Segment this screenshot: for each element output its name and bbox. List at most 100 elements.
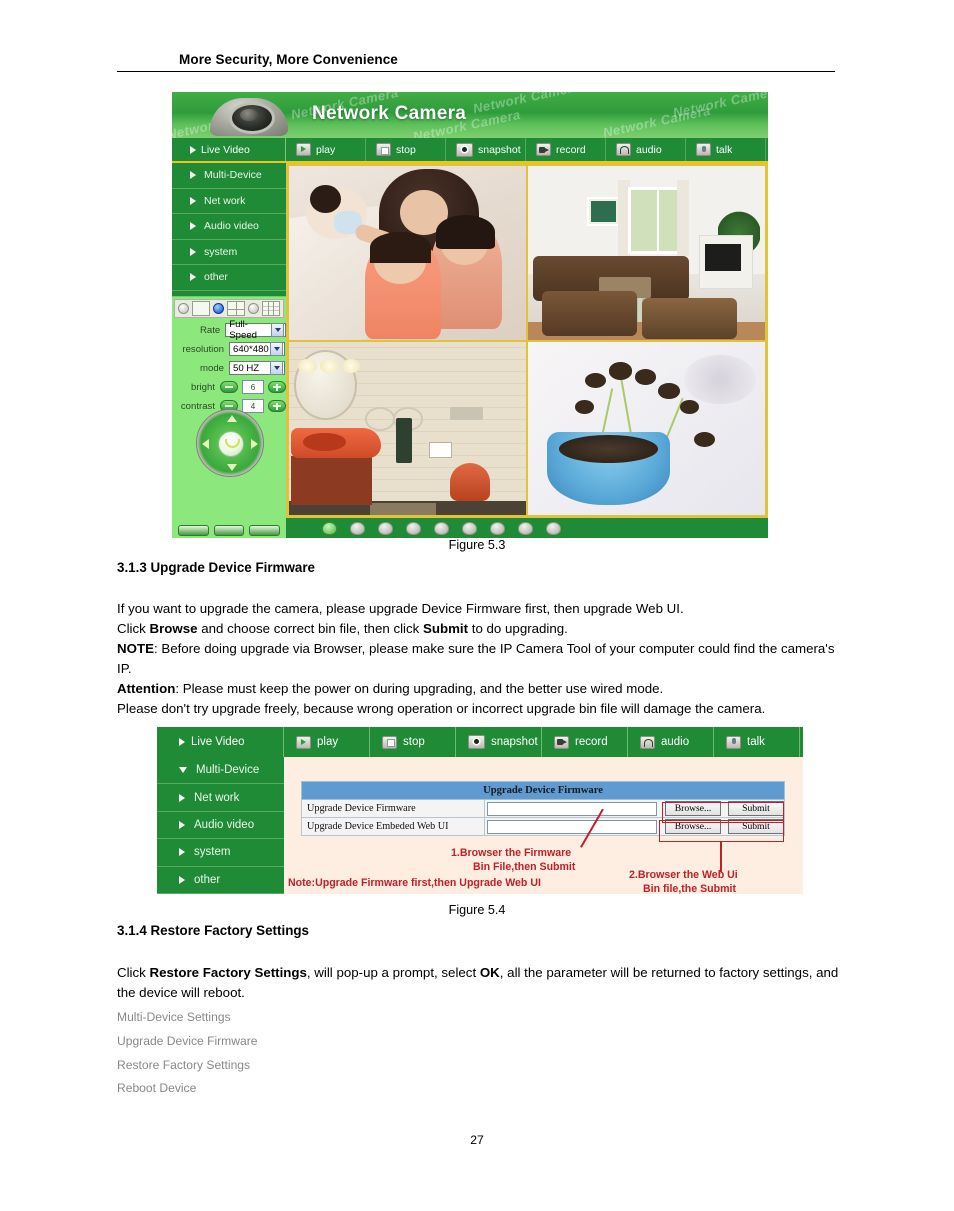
sidebar-item-other[interactable]: other: [157, 867, 284, 894]
ptz-button[interactable]: [178, 525, 209, 536]
arrow-right-icon: [190, 196, 196, 205]
sidebar-item-label: Net work: [194, 791, 240, 804]
section-heading-3-1-3: 3.1.3 Upgrade Device Firmware: [117, 560, 315, 575]
paragraph-restore: Click Restore Factory Settings, will pop…: [117, 963, 839, 1002]
sidebar-item-live-video[interactable]: Live Video: [157, 727, 284, 757]
video-grid: [286, 163, 768, 518]
stop-button[interactable]: stop: [370, 727, 456, 757]
fig54-sidebar: Multi-Device Net work Audio video system…: [157, 757, 284, 894]
play-button[interactable]: play: [286, 138, 366, 161]
talk-label: talk: [716, 143, 733, 156]
ptz-left-icon[interactable]: [202, 439, 209, 449]
arrow-right-icon: [190, 222, 196, 231]
sidebar-item-audio-video[interactable]: Audio video: [157, 812, 284, 840]
audio-button[interactable]: audio: [606, 138, 686, 161]
record-button[interactable]: record: [526, 138, 606, 161]
layout-quad-icon[interactable]: [227, 301, 245, 316]
chevron-down-icon[interactable]: [270, 361, 283, 375]
resolution-label: resolution: [182, 343, 224, 355]
mode-select[interactable]: 50 HZ: [229, 361, 285, 375]
play-icon: [296, 735, 311, 749]
sidebar-item-multi-device[interactable]: Multi-Device: [157, 757, 284, 785]
ptz-button[interactable]: [213, 525, 245, 536]
highlight-box-webui-buttons: [659, 820, 784, 842]
sidebar-item-network[interactable]: Net work: [172, 188, 286, 214]
channel-button[interactable]: [350, 521, 365, 535]
sidebar-item-other[interactable]: other: [172, 265, 286, 291]
video-cell-family-room[interactable]: [288, 165, 527, 341]
sidebar-item-label: Live Video: [191, 736, 245, 748]
video-camera-icon: [554, 735, 569, 749]
paragraph-text: : Please must keep the power on during u…: [175, 681, 664, 696]
sidebar-item-network[interactable]: Net work: [157, 784, 284, 812]
chevron-down-icon[interactable]: [271, 323, 284, 337]
channel-button[interactable]: [434, 521, 449, 535]
chevron-down-icon[interactable]: [270, 342, 283, 356]
list-item[interactable]: Restore Factory Settings: [117, 1054, 257, 1078]
layout-radio-quad[interactable]: [213, 303, 224, 314]
list-item[interactable]: Upgrade Device Firmware: [117, 1030, 257, 1054]
sidebar-item-live-video[interactable]: Live Video: [172, 138, 286, 161]
list-item[interactable]: Reboot Device: [117, 1077, 257, 1101]
snapshot-button[interactable]: snapshot: [446, 138, 526, 161]
ptz-down-icon[interactable]: [227, 464, 237, 471]
layout-single-icon[interactable]: [192, 301, 210, 316]
stop-button[interactable]: stop: [366, 138, 446, 161]
annotation-two-line2: Bin file,the Submit: [643, 882, 736, 895]
record-label: record: [575, 736, 608, 748]
bright-minus-button[interactable]: [220, 381, 238, 393]
channel-button[interactable]: [378, 521, 393, 535]
channel-button[interactable]: [546, 521, 561, 535]
arrow-right-icon: [179, 820, 185, 829]
talk-button[interactable]: talk: [686, 138, 766, 161]
mode-value: 50 HZ: [233, 362, 260, 374]
layout-nine-icon[interactable]: [262, 301, 280, 316]
audio-button[interactable]: audio: [628, 727, 714, 757]
snapshot-label: snapshot: [491, 736, 538, 748]
paragraph-note: NOTE: Before doing upgrade via Browser, …: [117, 639, 839, 678]
resolution-select[interactable]: 640*480: [229, 342, 285, 356]
sidebar-item-label: system: [194, 846, 231, 859]
firmware-file-input[interactable]: [487, 801, 657, 816]
bright-plus-button[interactable]: [268, 381, 286, 393]
layout-radio-nine[interactable]: [248, 303, 259, 314]
fig54-toolbar: Live Video play stop snapshot record aud…: [157, 727, 803, 757]
ptz-button[interactable]: [249, 525, 281, 536]
sidebar-item-audio-video[interactable]: Audio video: [172, 214, 286, 240]
video-cell-living-room[interactable]: [527, 165, 766, 341]
sidebar-item-label: Multi-Device: [204, 169, 262, 182]
rate-select[interactable]: Full-Speed: [225, 319, 286, 341]
channel-button[interactable]: [490, 521, 505, 535]
sidebar-item-system[interactable]: system: [172, 239, 286, 265]
annotation-one-line1: 1.Browser the Firmware: [451, 847, 572, 859]
layout-mode-selector[interactable]: [174, 299, 284, 318]
talk-label: talk: [747, 736, 765, 748]
row-label-webui: Upgrade Device Embeded Web UI: [302, 818, 486, 835]
video-cell-bathroom[interactable]: [288, 340, 527, 516]
resolution-value: 640*480: [233, 343, 269, 355]
layout-radio-single[interactable]: [178, 303, 189, 314]
channel-button[interactable]: [518, 521, 533, 535]
ptz-control-pad[interactable]: [196, 409, 264, 477]
channel-button[interactable]: [322, 521, 337, 535]
ptz-up-icon[interactable]: [227, 415, 237, 422]
video-cell-plant[interactable]: [527, 340, 766, 516]
play-button[interactable]: play: [284, 727, 370, 757]
sidebar-item-label: Live Video: [201, 143, 250, 156]
talk-button[interactable]: talk: [714, 727, 800, 757]
annotation-two-line1: 2.Browser the Web Ui: [629, 869, 738, 881]
sidebar-item-system[interactable]: system: [157, 839, 284, 867]
contrast-plus-button[interactable]: [268, 400, 286, 412]
channel-button[interactable]: [406, 521, 421, 535]
record-button[interactable]: record: [542, 727, 628, 757]
settings-menu-list: Multi-Device Settings Upgrade Device Fir…: [117, 1006, 257, 1101]
banner-watermark: Network Camera: [471, 92, 582, 117]
snapshot-button[interactable]: snapshot: [456, 727, 542, 757]
ptz-right-icon[interactable]: [251, 439, 258, 449]
ptz-center-button[interactable]: [218, 431, 244, 457]
sidebar-item-multi-device[interactable]: Multi-Device: [172, 163, 286, 189]
webui-file-input[interactable]: [487, 819, 657, 834]
fig53-sidebar: Multi-Device Net work Audio video system…: [172, 163, 286, 291]
list-item[interactable]: Multi-Device Settings: [117, 1006, 257, 1030]
channel-button[interactable]: [462, 521, 477, 535]
